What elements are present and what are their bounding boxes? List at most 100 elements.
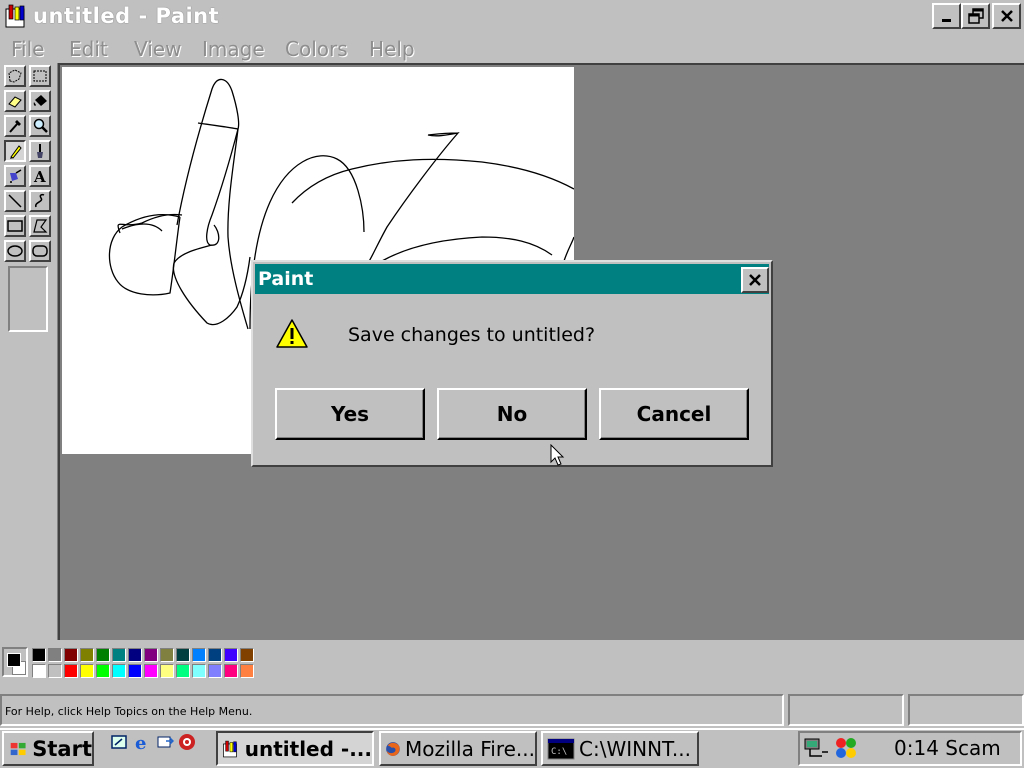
start-button[interactable]: Start <box>2 731 94 766</box>
menu-edit[interactable]: Edit <box>69 37 108 61</box>
network-icon[interactable] <box>802 734 830 762</box>
color-swatch[interactable] <box>128 648 142 662</box>
color-swatch[interactable] <box>176 664 190 678</box>
realplayer-icon[interactable] <box>178 733 196 751</box>
firefox-icon <box>386 741 400 756</box>
tool-fill-bucket[interactable] <box>29 90 51 112</box>
color-swatch[interactable] <box>144 664 158 678</box>
color-swatch[interactable] <box>160 664 174 678</box>
tool-rounded-rectangle[interactable] <box>29 240 51 262</box>
internet-explorer-icon[interactable]: e <box>134 733 152 754</box>
tool-airbrush[interactable] <box>4 165 26 187</box>
paint-icon <box>223 740 237 757</box>
tool-eraser[interactable] <box>4 90 26 112</box>
task-label: untitled -... <box>244 736 372 761</box>
dialog-title-bar: Paint <box>255 264 769 294</box>
outlook-express-icon[interactable] <box>156 733 175 751</box>
menu-image[interactable]: Image <box>202 37 265 61</box>
fill-bucket-icon <box>33 95 47 106</box>
color-swatch[interactable] <box>208 664 222 678</box>
tool-text[interactable]: A <box>29 165 51 187</box>
warning-icon <box>276 319 308 348</box>
color-swatch[interactable] <box>240 664 254 678</box>
color-swatch[interactable] <box>96 648 110 662</box>
color-swatch[interactable] <box>176 648 190 662</box>
paint-app-icon[interactable] <box>4 3 30 29</box>
svg-text:A: A <box>33 168 46 185</box>
color-swatch[interactable] <box>64 648 78 662</box>
close-button[interactable] <box>992 3 1021 29</box>
taskbar-button-console[interactable]: C:\ C:\WINNT... <box>541 731 699 766</box>
svg-text:e: e <box>135 733 146 751</box>
mouse-cursor-icon <box>550 444 565 466</box>
svg-text:C:\: C:\ <box>551 747 567 757</box>
taskbar-button-paint[interactable]: untitled -... <box>216 731 374 766</box>
rounded-rectangle-icon <box>32 245 48 257</box>
show-desktop-icon[interactable] <box>110 733 128 751</box>
menu-view[interactable]: View <box>134 37 181 61</box>
tool-pencil[interactable] <box>4 140 26 162</box>
color-swatch[interactable] <box>192 664 206 678</box>
minimize-button[interactable] <box>932 3 961 29</box>
color-swatch[interactable] <box>32 664 46 678</box>
close-icon <box>1000 10 1013 22</box>
color-swatch[interactable] <box>48 648 62 662</box>
eraser-icon <box>8 96 22 108</box>
tool-color-picker[interactable] <box>4 115 26 137</box>
color-picker-icon <box>9 120 21 133</box>
color-swatch[interactable] <box>32 648 46 662</box>
status-pane-coordinates <box>788 694 904 726</box>
yes-button[interactable]: Yes <box>275 388 425 440</box>
tool-options-panel[interactable] <box>8 266 48 332</box>
dialog-title: Paint <box>258 268 314 290</box>
restore-button[interactable] <box>961 3 990 29</box>
color-swatch[interactable] <box>160 648 174 662</box>
tool-polygon[interactable] <box>29 215 51 237</box>
windows-logo-icon <box>10 742 26 755</box>
color-swatch[interactable] <box>208 648 222 662</box>
color-swatch[interactable] <box>64 664 78 678</box>
window-title: untitled - Paint <box>33 4 220 28</box>
msn-messenger-icon[interactable] <box>832 734 860 762</box>
text-icon: A <box>33 168 46 185</box>
tool-select[interactable] <box>29 65 51 87</box>
task-label: C:\WINNT... <box>579 736 691 761</box>
color-swatch[interactable] <box>224 648 238 662</box>
tool-curve[interactable] <box>29 190 51 212</box>
menu-colors[interactable]: Colors <box>285 37 348 61</box>
tool-free-form-select[interactable] <box>4 65 26 87</box>
tool-line[interactable] <box>4 190 26 212</box>
color-swatch[interactable] <box>128 664 142 678</box>
tool-rectangle[interactable] <box>4 215 26 237</box>
color-swatch[interactable] <box>80 648 94 662</box>
tool-ellipse[interactable] <box>4 240 26 262</box>
color-swatch[interactable] <box>48 664 62 678</box>
color-swatch[interactable] <box>112 664 126 678</box>
color-swatch[interactable] <box>112 648 126 662</box>
ellipse-icon <box>7 245 23 257</box>
task-label: Mozilla Fire... <box>404 736 535 761</box>
title-bar: untitled - Paint <box>0 0 1024 33</box>
menu-help[interactable]: Help <box>369 37 415 61</box>
tool-brush[interactable] <box>29 140 51 162</box>
dialog-close-button[interactable] <box>741 267 769 293</box>
brush-icon <box>37 144 43 158</box>
cancel-button[interactable]: Cancel <box>599 388 749 440</box>
color-swatch[interactable] <box>80 664 94 678</box>
menu-file[interactable]: File <box>11 37 44 61</box>
color-swatch[interactable] <box>192 648 206 662</box>
minimize-icon <box>941 19 951 22</box>
tool-magnifier[interactable] <box>29 115 51 137</box>
curve-icon <box>35 193 45 208</box>
restore-icon <box>967 8 984 24</box>
color-swatch[interactable] <box>224 664 238 678</box>
color-swatch[interactable] <box>144 648 158 662</box>
polygon-icon <box>33 219 48 233</box>
color-swatch[interactable] <box>240 648 254 662</box>
free-form-select-icon <box>8 69 22 83</box>
no-button[interactable]: No <box>437 388 587 440</box>
taskbar-button-firefox[interactable]: Mozilla Fire... <box>379 731 537 766</box>
select-icon <box>33 70 47 82</box>
color-swatch[interactable] <box>96 664 110 678</box>
current-colors-indicator[interactable] <box>2 647 28 677</box>
